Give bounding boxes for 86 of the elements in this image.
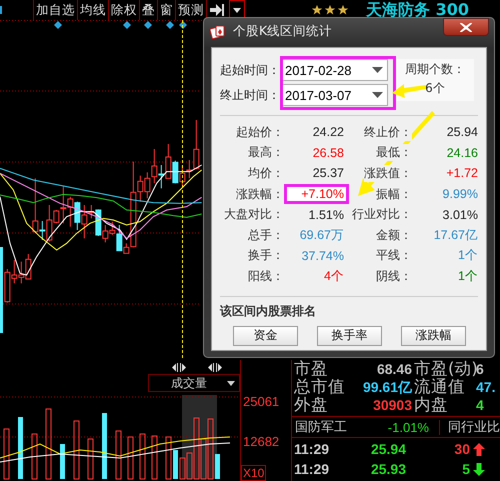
quote-label: 流通值 (414, 378, 466, 396)
quote-value: 99.61亿 (362, 378, 413, 396)
stat-value: +1.72 (445, 165, 479, 182)
volume-bar (102, 413, 107, 479)
tick-price: 25.94 (370, 441, 406, 457)
volume-bar (46, 408, 52, 480)
tick-volume: 5 (461, 461, 470, 477)
stat-value: 1个 (457, 247, 479, 264)
stat-value: 25.94 (446, 124, 479, 142)
volume-bar (166, 436, 172, 480)
toolbar-button[interactable]: 窗 (157, 0, 175, 20)
stat-value: 37.74% (300, 248, 345, 265)
tick-time: 11:29 (293, 461, 330, 477)
tick-time: 11:29 (293, 441, 330, 457)
column-header: 同行业比 (447, 419, 500, 436)
marker-icon (0, 6, 2, 14)
toolbar-button[interactable]: 均线 (77, 0, 108, 20)
scale-label: X10 (241, 465, 266, 481)
caret-icon (227, 380, 235, 386)
quote-value: 30903 (372, 396, 413, 414)
quote-value: 4 (476, 396, 485, 414)
step-forward-icon (210, 4, 224, 16)
volume-bar (215, 454, 220, 479)
quote-value: 47. (476, 378, 496, 396)
quote-label: 总市值 (294, 378, 346, 396)
field-label: 终止时间： (220, 86, 281, 104)
ranking-button[interactable]: 资金 (233, 326, 298, 346)
toolbar-button[interactable]: 叠 (139, 0, 157, 20)
tick-volume: 30 (453, 441, 470, 457)
quote-value: 68.46 (376, 360, 413, 378)
axis-label: 25061 (243, 394, 280, 409)
stat-value: 69.67万 (298, 226, 345, 244)
volume-bar (4, 428, 10, 480)
quote-value: 6 (476, 360, 485, 378)
volume-bar (60, 444, 65, 479)
stat-value: 9.99% (442, 186, 479, 204)
stat-value: 17.67亿 (432, 226, 479, 244)
volume-bar (152, 436, 158, 480)
date-select[interactable]: 2017-02-28 (282, 59, 388, 81)
volume-bar (140, 434, 146, 480)
sector-change: -1.01% (388, 420, 440, 434)
volume-bar (173, 450, 178, 479)
arrow-drawing (392, 84, 426, 98)
quote-label: 外盘 (294, 396, 329, 414)
ranking-button[interactable]: 涨跌幅 (401, 326, 466, 346)
stat-value: 3.01% (442, 206, 479, 224)
period-label: 周期个数： (405, 61, 465, 78)
stat-value: +7.10% (284, 184, 349, 204)
section-title: 该区间内股票排名 (220, 302, 317, 320)
close-button[interactable] (443, 18, 489, 36)
stat-label: 终止价： (364, 124, 412, 141)
stat-value: 25.37 (312, 165, 345, 182)
range-handle-icon[interactable] (208, 362, 222, 372)
caret-icon (233, 8, 241, 12)
volume-bar (74, 420, 80, 480)
stat-value: 1.51% (308, 206, 345, 224)
toolbar-button[interactable]: 除权 (108, 0, 139, 20)
stock-title: 天海防务 300 (366, 0, 469, 20)
sector-name: 国防军工 (294, 419, 348, 436)
dialog-title: 个股K线区间统计 (233, 23, 332, 40)
quote-label: 市盈(动) (414, 360, 476, 378)
volume-bar (32, 434, 38, 480)
field-label: 起始时间： (220, 62, 281, 78)
stat-value: 24.22 (312, 124, 345, 142)
stat-value: 4个 (323, 268, 345, 285)
quote-label: 内盘 (414, 396, 449, 414)
volume-bar (128, 436, 134, 480)
axis-label: 12682 (243, 434, 280, 449)
volume-bar (88, 438, 94, 480)
close-icon (460, 22, 472, 32)
quote-label: 市盈 (294, 360, 329, 378)
volume-bar (116, 430, 122, 480)
stat-value: 1个 (457, 268, 479, 285)
date-select[interactable]: 2017-03-07 (282, 84, 388, 106)
stat-value: 24.16 (446, 144, 479, 162)
period-count: 6个 (425, 80, 445, 97)
caret-icon (372, 67, 383, 73)
volume-bar (18, 417, 23, 479)
toolbar-button[interactable]: 预测 (175, 0, 206, 20)
toolbar-button[interactable]: 加自选 (33, 0, 77, 20)
ranking-button[interactable]: 换手率 (317, 326, 382, 346)
tick-price: 25.93 (370, 461, 406, 477)
caret-icon (372, 92, 383, 98)
indicator-dropdown[interactable]: 成交量 (148, 374, 240, 392)
stat-value: 26.58 (312, 144, 345, 162)
range-handle-icon[interactable] (172, 362, 186, 372)
